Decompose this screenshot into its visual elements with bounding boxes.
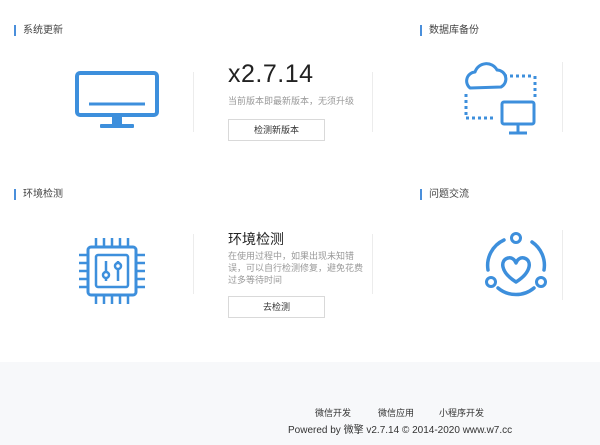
divider — [193, 72, 194, 132]
section-title-update: 系统更新 — [14, 25, 63, 36]
env-description: 在使用过程中，如果出现未知错误，可以自行检测修复，避免花费过多等待时间 — [228, 251, 364, 285]
version-text: x2.7.14 — [228, 60, 314, 88]
section-title-env: 环境检测 — [14, 189, 63, 200]
divider — [562, 62, 563, 132]
divider — [193, 234, 194, 294]
footer-link-wechat-dev[interactable]: 微信开发 — [315, 406, 351, 419]
update-status-text: 当前版本即最新版本，无须升级 — [228, 96, 355, 106]
footer-link-wechat-app[interactable]: 微信应用 — [378, 406, 414, 419]
cloud-sync-icon — [460, 60, 550, 140]
go-check-button[interactable]: 去检测 — [228, 296, 325, 318]
section-title-backup: 数据库备份 — [420, 25, 479, 36]
divider — [372, 234, 373, 294]
check-new-version-button[interactable]: 检测新版本 — [228, 119, 325, 141]
divider — [562, 230, 563, 300]
chip-icon — [76, 235, 148, 307]
divider — [372, 72, 373, 132]
footer-link-miniprogram-dev[interactable]: 小程序开发 — [439, 406, 484, 419]
env-heading: 环境检测 — [228, 231, 284, 247]
section-title-issues: 问题交流 — [420, 189, 469, 200]
heart-cycle-icon — [480, 230, 552, 302]
footer-copyright: Powered by 微擎 v2.7.14 © 2014-2020 www.w7… — [288, 425, 513, 436]
monitor-icon — [74, 70, 160, 132]
